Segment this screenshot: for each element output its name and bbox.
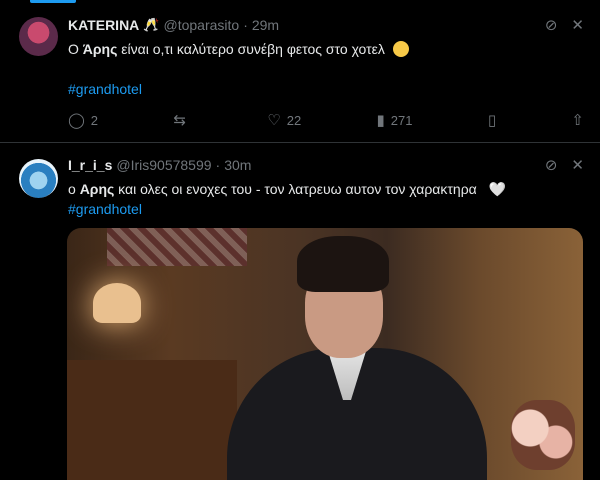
media-lamp	[93, 283, 141, 323]
media-person	[227, 236, 487, 480]
media-flowers	[511, 400, 575, 470]
retweet-icon: ⇆	[173, 112, 186, 129]
tweet-top-actions: ⊘ ✕	[545, 16, 584, 34]
like-icon: ♡	[267, 112, 281, 129]
tweet-text-part: ο	[68, 181, 80, 197]
display-name[interactable]: KATERINA	[68, 17, 139, 33]
tweet-actions: ◯ 2 ⇆ ♡ 22 ▮ 271 ▯ ⇧	[68, 111, 584, 129]
media-desk	[67, 360, 237, 480]
media-person-hair	[297, 236, 389, 292]
timestamp[interactable]: 29m	[252, 17, 279, 33]
close-icon[interactable]: ✕	[571, 16, 584, 34]
hashtag-link[interactable]: #grandhotel	[68, 200, 580, 219]
separator-dot: ·	[243, 17, 248, 33]
tweet-text-part: είναι ο,τι καλύτερο συνέβη φετος στο χοτ…	[117, 41, 385, 57]
user-handle[interactable]: @toparasito	[163, 17, 239, 33]
tweet-text-bold: Αρης	[79, 181, 115, 197]
share-icon: ⇧	[571, 112, 584, 129]
emoji-icon	[392, 41, 409, 57]
grok-icon[interactable]: ⊘	[545, 16, 558, 34]
avatar[interactable]	[19, 159, 58, 198]
media-tapestry	[107, 228, 247, 266]
avatar[interactable]	[19, 17, 58, 56]
reply-count: 2	[90, 112, 99, 128]
tweet-header: I_r_i_s @Iris90578599 · 30m	[68, 157, 251, 173]
tweet-text-bold: Άρης	[82, 41, 118, 57]
user-handle[interactable]: @Iris90578599	[116, 157, 211, 173]
separator-dot: ·	[215, 157, 221, 173]
bookmark-button[interactable]: ▯	[488, 111, 496, 129]
tweet-text: ο Αρης και ολες οι ενοχες του - τον λατρ…	[68, 180, 580, 199]
tweet[interactable]: I_r_i_s @Iris90578599 · 30m ⊘ ✕ ο Αρης κ…	[0, 144, 600, 480]
view-count: 271	[390, 112, 413, 128]
tweet-header: KATERINA 🥂 @toparasito · 29m	[68, 17, 279, 33]
bookmark-icon: ▯	[487, 112, 497, 129]
like-button[interactable]: ♡ 22	[267, 111, 301, 129]
share-button[interactable]: ⇧	[571, 111, 584, 129]
views-icon: ▮	[376, 112, 385, 129]
tweet-text-part: και ολες οι ενοχες του - τον λατρευω αυτ…	[114, 181, 477, 197]
tweet[interactable]: KATERINA 🥂 @toparasito · 29m ⊘ ✕ Ο Άρης …	[0, 0, 600, 143]
tweet-text: Ο Άρης είναι ο,τι καλύτερο συνέβη φετος …	[68, 40, 580, 59]
reply-icon: ◯	[68, 112, 85, 129]
like-count: 22	[286, 112, 302, 128]
grok-icon[interactable]: ⊘	[545, 156, 558, 174]
reply-button[interactable]: ◯ 2	[68, 111, 98, 129]
tweet-top-actions: ⊘ ✕	[545, 156, 584, 174]
white-heart-icon: 🤍	[488, 181, 507, 197]
name-emoji: 🥂	[143, 17, 160, 32]
views-button[interactable]: ▮ 271	[377, 111, 413, 129]
hashtag-link[interactable]: #grandhotel	[68, 80, 580, 99]
timestamp[interactable]: 30m	[224, 157, 251, 173]
retweet-button[interactable]: ⇆	[173, 111, 192, 129]
tweet-media-image[interactable]	[67, 228, 583, 480]
display-name[interactable]: I_r_i_s	[68, 157, 112, 173]
close-icon[interactable]: ✕	[571, 156, 584, 174]
tweet-text-part: Ο	[68, 41, 83, 57]
